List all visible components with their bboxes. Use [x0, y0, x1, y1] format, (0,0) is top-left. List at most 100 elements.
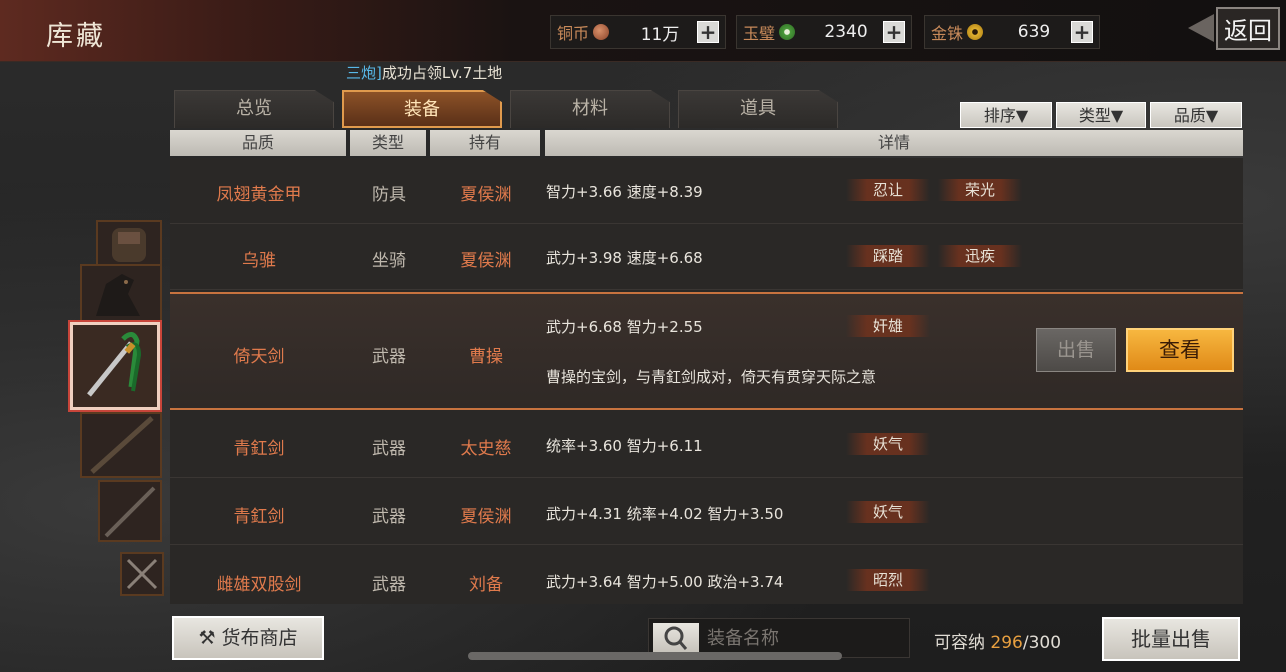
view-button[interactable]: 查看 — [1126, 328, 1234, 372]
type-dropdown[interactable]: 类型▼ — [1056, 102, 1146, 128]
sword-icon — [73, 325, 157, 407]
tab-items[interactable]: 道具 — [678, 90, 838, 128]
item-name: 雌雄双股剑 — [216, 575, 302, 595]
item-stats: 武力+6.68 智力+2.55 — [546, 318, 703, 336]
search-icon — [664, 626, 688, 650]
item-type: 防具 — [372, 185, 406, 205]
trait-badge: 妖气 — [846, 501, 930, 523]
table-row[interactable]: 乌骓 坐骑 夏侯渊 武力+3.98 速度+6.68 踩踏 迅疾 — [170, 224, 1243, 290]
item-name: 青釭剑 — [233, 439, 285, 459]
item-owner: 刘备 — [469, 575, 503, 595]
trait-badge: 昭烈 — [846, 569, 930, 591]
notice-highlight: 三炮] — [346, 64, 382, 82]
add-gold-button[interactable]: + — [1071, 21, 1093, 43]
horizontal-scrollbar[interactable] — [468, 652, 842, 660]
scrolling-notice: 三炮]成功占领Lv.7土地 — [346, 62, 502, 83]
item-stats: 智力+3.66 速度+8.39 — [546, 183, 703, 201]
sword-thumbnail-selected[interactable] — [70, 322, 160, 410]
item-description: 曹操的宝剑，与青釭剑成对，倚天有贯穿天际之意 — [546, 368, 877, 386]
item-type: 武器 — [372, 439, 406, 459]
item-stats: 武力+3.98 速度+6.68 — [546, 249, 703, 267]
item-stats: 武力+3.64 智力+5.00 政治+3.74 — [546, 573, 784, 591]
currency-jade: 玉璧 2340 + — [736, 15, 912, 49]
hammer-icon: ⚒ — [198, 627, 216, 649]
trait-badge: 踩踏 — [846, 245, 930, 267]
currency-value: 2340 — [824, 22, 868, 42]
jade-coin-icon — [779, 24, 796, 40]
table-row[interactable]: 青釭剑 武器 太史慈 统率+3.60 智力+6.11 妖气 — [170, 412, 1243, 478]
item-name: 凤翅黄金甲 — [216, 185, 302, 205]
back-button[interactable]: 返回 — [1176, 6, 1280, 50]
blade-icon — [104, 486, 156, 538]
tab-materials[interactable]: 材料 — [510, 90, 670, 128]
column-header-owner[interactable]: 持有 — [430, 130, 540, 156]
shop-button-label: 货布商店 — [221, 627, 298, 649]
gold-coin-icon — [967, 24, 984, 40]
sell-button[interactable]: 出售 — [1036, 328, 1116, 372]
column-header-type[interactable]: 类型 — [350, 130, 426, 156]
capacity-prefix: 可容纳 — [934, 633, 991, 653]
capacity-used: 296 — [990, 633, 1023, 653]
add-jade-button[interactable]: + — [883, 21, 905, 43]
item-type: 坐骑 — [372, 251, 406, 271]
item-name: 乌骓 — [242, 251, 276, 271]
twin-swords-icon — [126, 558, 158, 590]
add-copper-button[interactable]: + — [697, 21, 719, 43]
tab-label: 材料 — [572, 98, 608, 119]
armor-thumbnail[interactable] — [96, 220, 162, 266]
item-stats: 统率+3.60 智力+6.11 — [546, 437, 703, 455]
armor-icon — [112, 228, 146, 262]
item-stats: 武力+4.31 统率+4.02 智力+3.50 — [546, 505, 784, 523]
item-owner: 夏侯渊 — [460, 185, 512, 205]
trait-badge: 奸雄 — [846, 315, 930, 337]
column-header-quality[interactable]: 品质 — [170, 130, 346, 156]
currency-shop-button[interactable]: ⚒ 货布商店 — [172, 616, 324, 660]
table-row[interactable]: 雌雄双股剑 武器 刘备 武力+3.64 智力+5.00 政治+3.74 昭烈 — [170, 546, 1243, 604]
item-type: 武器 — [372, 575, 406, 595]
column-header-details: 详情 — [545, 130, 1243, 156]
bulk-sell-button[interactable]: 批量出售 — [1102, 617, 1240, 661]
search-input[interactable] — [707, 623, 903, 653]
quality-dropdown[interactable]: 品质▼ — [1150, 102, 1242, 128]
spear-icon — [90, 416, 154, 474]
trait-badge: 迅疾 — [938, 245, 1022, 267]
tab-label: 道具 — [740, 98, 776, 119]
twin-swords-thumbnail[interactable] — [120, 552, 164, 596]
blade-thumbnail[interactable] — [98, 480, 162, 542]
item-name: 倚天剑 — [233, 347, 285, 367]
search-button[interactable] — [653, 623, 699, 653]
item-owner: 夏侯渊 — [460, 507, 512, 527]
back-arrow-icon — [1188, 14, 1214, 42]
currency-gold: 金铢 639 + — [924, 15, 1100, 49]
horse-icon — [96, 274, 140, 316]
currency-copper: 铜币 11万 + — [550, 15, 726, 49]
capacity-text: 可容纳 296/300 — [934, 628, 1061, 653]
currency-label: 铜币 — [557, 24, 590, 43]
copper-coin-icon — [593, 24, 610, 40]
table-row[interactable]: 青釭剑 武器 夏侯渊 武力+4.31 统率+4.02 智力+3.50 妖气 — [170, 479, 1243, 545]
horse-thumbnail[interactable] — [80, 264, 162, 322]
trait-badge: 妖气 — [846, 433, 930, 455]
trait-badge: 荣光 — [938, 179, 1022, 201]
currency-value: 11万 — [640, 24, 680, 45]
table-row-selected[interactable]: 倚天剑 武器 曹操 武力+6.68 智力+2.55 奸雄 曹操的宝剑，与青釭剑成… — [170, 292, 1243, 410]
item-owner: 太史慈 — [460, 439, 512, 459]
capacity-total: /300 — [1022, 633, 1062, 653]
currency-label: 玉璧 — [743, 24, 776, 43]
tab-label: 装备 — [404, 99, 440, 120]
trait-badge: 忍让 — [846, 179, 930, 201]
item-owner: 曹操 — [469, 347, 503, 367]
spear-thumbnail[interactable] — [80, 412, 162, 478]
table-row[interactable]: 凤翅黄金甲 防具 夏侯渊 智力+3.66 速度+8.39 忍让 荣光 — [170, 158, 1243, 224]
page-title: 库藏 — [46, 21, 106, 52]
notice-text: 成功占领Lv.7土地 — [381, 64, 503, 82]
sort-dropdown[interactable]: 排序▼ — [960, 102, 1052, 128]
item-type: 武器 — [372, 347, 406, 367]
tab-equipment[interactable]: 装备 — [342, 90, 502, 128]
tab-label: 总览 — [236, 98, 272, 119]
currency-value: 639 — [1017, 22, 1051, 42]
tab-overview[interactable]: 总览 — [174, 90, 334, 128]
item-type: 武器 — [372, 507, 406, 527]
item-owner: 夏侯渊 — [460, 251, 512, 271]
back-label: 返回 — [1216, 6, 1280, 50]
